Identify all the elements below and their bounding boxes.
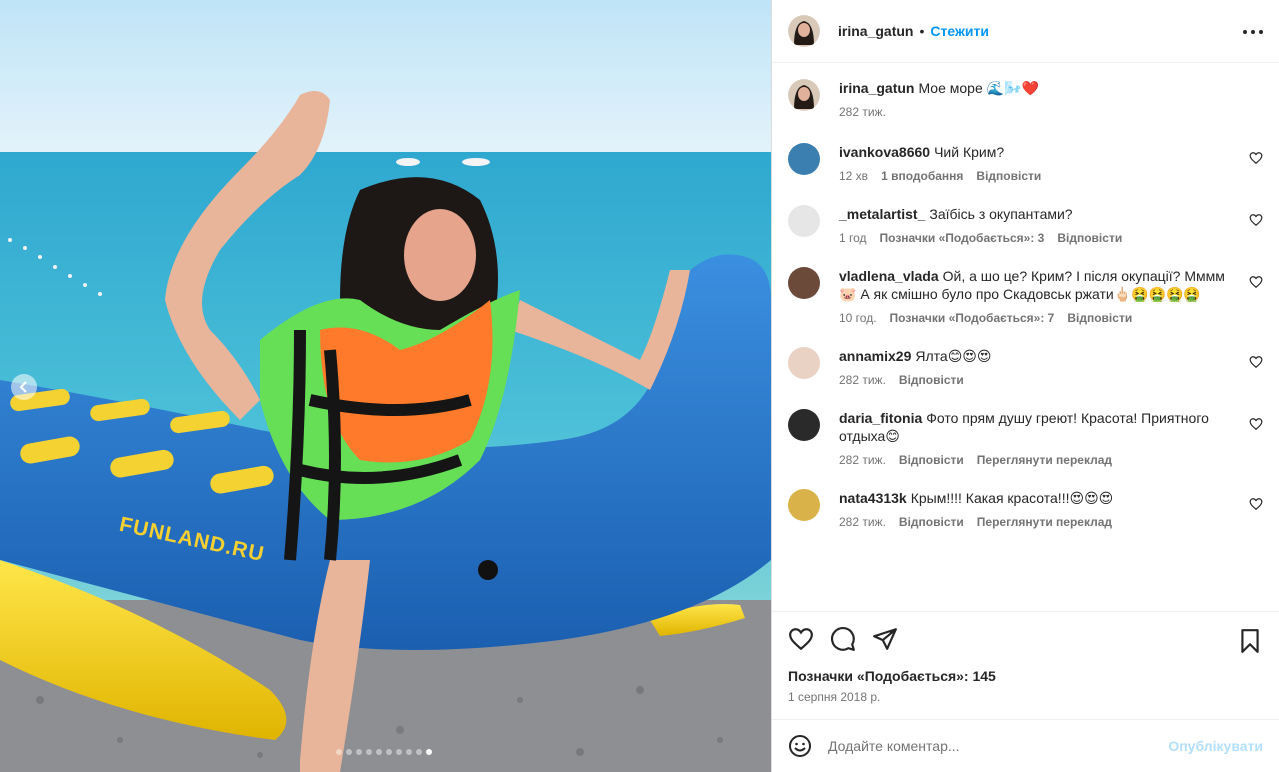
post-photo [0, 0, 771, 772]
comment-likes[interactable]: 1 вподобання [881, 169, 963, 183]
publish-button[interactable]: Опублікувати [1168, 738, 1263, 754]
post-side-panel: irina_gatun • Стежити irina_gatun Мое мор… [771, 0, 1279, 772]
instagram-post: FUNLAND.RU irina_gatun • Стежити irina_g… [0, 0, 1279, 772]
comment-icon[interactable] [830, 626, 856, 652]
post-media[interactable]: FUNLAND.RU [0, 0, 771, 772]
slide-dot [346, 749, 352, 755]
caption-username[interactable]: irina_gatun [839, 80, 914, 96]
commenter-avatar[interactable] [788, 267, 820, 299]
emoji-icon[interactable] [788, 734, 812, 758]
like-comment-heart-icon[interactable] [1249, 417, 1263, 431]
follow-button[interactable]: Стежити [930, 23, 989, 39]
more-options-icon[interactable] [1243, 22, 1263, 42]
comment-item: nata4313k Крым!!!! Какая красота!!!😍😍😍 282… [788, 489, 1263, 529]
comment-item: _metalartist_ Заїбісь з окупантами? 1 год П… [788, 205, 1263, 245]
like-comment-heart-icon[interactable] [1249, 497, 1263, 511]
comment-time[interactable]: 1 год [839, 231, 867, 245]
comment-item: annamix29 Ялта😊😍😍 282 тиж. Відповісти [788, 347, 1263, 387]
chevron-left-icon [19, 381, 27, 393]
post-date: 1 серпня 2018 р. [788, 690, 881, 704]
slide-dot [426, 749, 432, 755]
commenter-username[interactable]: annamix29 [839, 348, 911, 364]
slide-dot [386, 749, 392, 755]
previous-slide-button[interactable] [11, 374, 37, 400]
comment-likes[interactable]: Позначки «Подобається»: 7 [890, 311, 1055, 325]
commenter-avatar[interactable] [788, 409, 820, 441]
author-avatar[interactable] [788, 15, 820, 47]
see-translation-button[interactable]: Переглянути переклад [977, 515, 1112, 529]
comment-input[interactable] [828, 738, 1169, 754]
comment-item: daria_fitonia Фото прям душу греют! Красо… [788, 409, 1263, 467]
header-separator: • [919, 23, 925, 39]
reply-button[interactable]: Відповісти [1057, 231, 1122, 245]
slide-dot [406, 749, 412, 755]
like-comment-heart-icon[interactable] [1249, 355, 1263, 369]
slide-dot [336, 749, 342, 755]
commenter-username[interactable]: vladlena_vlada [839, 268, 939, 284]
reply-button[interactable]: Відповісти [1067, 311, 1132, 325]
comment-text: Заїбісь з окупантами? [929, 206, 1073, 222]
comment-time[interactable]: 282 тиж. [839, 373, 886, 387]
post-actions: Позначки «Подобається»: 145 1 серпня 201… [772, 611, 1279, 719]
slide-dot [356, 749, 362, 755]
commenter-avatar[interactable] [788, 489, 820, 521]
comment-time[interactable]: 10 год. [839, 311, 877, 325]
commenter-username[interactable]: nata4313k [839, 490, 907, 506]
comment-time[interactable]: 12 хв [839, 169, 868, 183]
share-icon[interactable] [872, 626, 898, 652]
caption-time[interactable]: 282 тиж. [839, 105, 886, 119]
commenter-avatar[interactable] [788, 347, 820, 379]
commenter-username[interactable]: _metalartist_ [839, 206, 925, 222]
comment-text: Крым!!!! Какая красота!!!😍😍😍 [910, 490, 1114, 506]
slide-dot [376, 749, 382, 755]
reply-button[interactable]: Відповісти [899, 373, 964, 387]
reply-button[interactable]: Відповісти [899, 515, 964, 529]
commenter-avatar[interactable] [788, 143, 820, 175]
slide-dot [396, 749, 402, 755]
caption-avatar[interactable] [788, 79, 820, 111]
comment-item: ivankova8660 Чий Крим? 12 хв 1 вподобання Ві… [788, 143, 1263, 183]
reply-button[interactable]: Відповісти [899, 453, 964, 467]
comment-time[interactable]: 282 тиж. [839, 453, 886, 467]
commenter-username[interactable]: ivankova8660 [839, 144, 930, 160]
commenter-username[interactable]: daria_fitonia [839, 410, 922, 426]
post-caption: irina_gatun Мое море 🌊🌬️❤️ 282 тиж. [788, 79, 1263, 119]
comments-list[interactable]: irina_gatun Мое море 🌊🌬️❤️ 282 тиж. ivank… [772, 63, 1279, 611]
like-comment-heart-icon[interactable] [1249, 151, 1263, 165]
comment-text: Ялта😊😍😍 [915, 348, 992, 364]
heart-icon[interactable] [788, 626, 814, 652]
post-header: irina_gatun • Стежити [772, 0, 1279, 63]
caption-text: Мое море 🌊🌬️❤️ [918, 80, 1039, 96]
comment-likes[interactable]: Позначки «Подобається»: 3 [880, 231, 1045, 245]
author-username[interactable]: irina_gatun [838, 23, 913, 39]
like-comment-heart-icon[interactable] [1249, 213, 1263, 227]
comment-item: vladlena_vlada Ой, а шо це? Крим? І після… [788, 267, 1263, 325]
reply-button[interactable]: Відповісти [976, 169, 1041, 183]
comment-text: Чий Крим? [934, 144, 1005, 160]
slide-dot [416, 749, 422, 755]
bookmark-icon[interactable] [1237, 628, 1263, 654]
see-translation-button[interactable]: Переглянути переклад [977, 453, 1112, 467]
likes-count[interactable]: Позначки «Подобається»: 145 [788, 668, 1263, 684]
add-comment-bar: Опублікувати [772, 719, 1279, 772]
like-comment-heart-icon[interactable] [1249, 275, 1263, 289]
commenter-avatar[interactable] [788, 205, 820, 237]
comment-time[interactable]: 282 тиж. [839, 515, 886, 529]
slide-dot [366, 749, 372, 755]
slide-indicator [336, 749, 432, 755]
